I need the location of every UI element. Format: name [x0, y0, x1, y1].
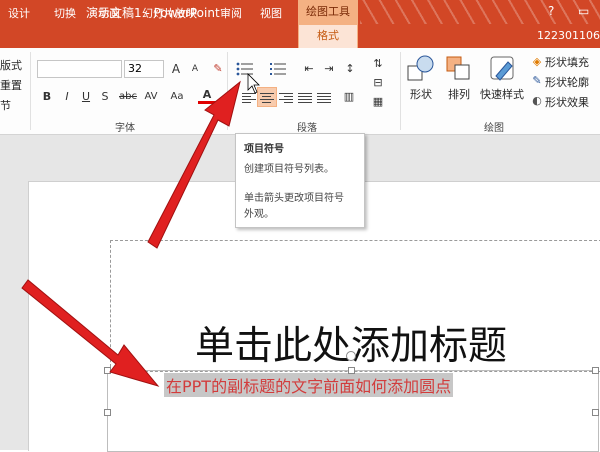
- separator: [400, 52, 401, 130]
- distribute-icon[interactable]: [315, 88, 333, 106]
- arrange-icon[interactable]: [444, 54, 474, 84]
- tooltip-line2: 单击箭头更改项目符号: [244, 193, 344, 204]
- font-name-combo[interactable]: [37, 60, 122, 78]
- tab-slideshow[interactable]: 幻灯片放映: [142, 5, 197, 21]
- align-left-icon[interactable]: [240, 88, 258, 106]
- numbering-icon[interactable]: [268, 60, 288, 78]
- resize-handle[interactable]: [104, 367, 111, 374]
- text-direction-icon[interactable]: ⇅: [369, 55, 387, 73]
- tooltip-line1: 创建项目符号列表。: [244, 164, 334, 175]
- separator: [227, 52, 228, 130]
- resize-handle[interactable]: [348, 367, 355, 374]
- section-button[interactable]: 节: [0, 97, 11, 113]
- line-spacing-icon[interactable]: ↕: [341, 60, 359, 78]
- change-case-button[interactable]: Aa: [166, 88, 188, 106]
- subtitle-text[interactable]: 在PPT的副标题的文字前面如何添加圆点: [164, 373, 454, 397]
- paragraph-group-label: 段落: [297, 123, 317, 134]
- title-bar-pattern: [360, 0, 600, 24]
- strikethrough-button[interactable]: abc: [116, 88, 140, 106]
- char-spacing-button[interactable]: AV: [140, 88, 162, 106]
- bullets-tooltip: 项目符号 创建项目符号列表。 单击箭头更改项目符号 外观。: [235, 133, 365, 228]
- underline-button[interactable]: U: [77, 88, 95, 106]
- drawing-group-label: 绘图: [484, 123, 504, 134]
- font-group-label: 字体: [115, 123, 135, 134]
- shape-outline-button[interactable]: 形状轮廓: [545, 74, 589, 90]
- shrink-font-button[interactable]: A: [186, 60, 204, 78]
- align-right-icon[interactable]: [277, 88, 295, 106]
- drawing-tools-context-label: 绘图工具: [298, 0, 358, 24]
- resize-handle[interactable]: [104, 409, 111, 416]
- increase-indent-icon[interactable]: ⇥: [320, 60, 338, 78]
- italic-button[interactable]: I: [58, 88, 76, 106]
- tooltip-title: 项目符号: [244, 144, 284, 155]
- quick-styles-icon[interactable]: [488, 54, 518, 84]
- bold-button[interactable]: B: [38, 88, 56, 106]
- shadow-button[interactable]: S: [96, 88, 114, 106]
- slide-title[interactable]: 单击此处添加标题: [195, 315, 507, 371]
- shape-outline-icon[interactable]: ✎: [528, 72, 546, 90]
- shape-fill-button[interactable]: 形状填充: [545, 54, 589, 70]
- font-size-value: 32: [128, 62, 142, 75]
- arrange-button[interactable]: 排列: [448, 86, 470, 102]
- shapes-button[interactable]: 形状: [410, 86, 432, 102]
- quick-styles-button[interactable]: 快速样式: [480, 86, 524, 102]
- tab-review[interactable]: 审阅: [220, 5, 242, 21]
- user-account[interactable]: 1223011064: [537, 29, 600, 42]
- font-color-button[interactable]: A: [198, 86, 216, 104]
- tab-format[interactable]: 格式: [298, 24, 358, 48]
- shapes-icon[interactable]: [406, 54, 436, 84]
- shape-effects-icon[interactable]: ◐: [528, 92, 546, 110]
- tab-transitions[interactable]: 切换: [54, 5, 76, 21]
- clear-format-icon[interactable]: ✎: [209, 60, 227, 78]
- shape-fill-icon[interactable]: ◈: [528, 53, 546, 71]
- resize-handle[interactable]: [592, 409, 599, 416]
- bullets-icon[interactable]: [234, 60, 256, 78]
- resize-handle[interactable]: [592, 367, 599, 374]
- tab-animations[interactable]: 动画: [98, 5, 120, 21]
- smartart-icon[interactable]: ▦: [369, 93, 387, 111]
- separator: [30, 52, 31, 130]
- tooltip-line3: 外观。: [244, 209, 274, 220]
- restore-button[interactable]: ▭: [578, 4, 589, 18]
- layout-button[interactable]: 版式: [0, 57, 22, 73]
- rotate-handle[interactable]: [346, 351, 356, 361]
- shape-effects-button[interactable]: 形状效果: [545, 94, 589, 110]
- decrease-indent-icon[interactable]: ⇤: [300, 60, 318, 78]
- reset-button[interactable]: 重置: [0, 77, 22, 93]
- font-size-combo[interactable]: 32: [124, 60, 164, 78]
- tab-view[interactable]: 视图: [260, 5, 282, 21]
- justify-icon[interactable]: [296, 88, 314, 106]
- align-text-icon[interactable]: ⊟: [369, 74, 387, 92]
- columns-icon[interactable]: ▥: [340, 88, 358, 106]
- help-button[interactable]: ?: [548, 4, 554, 18]
- align-center-icon[interactable]: [257, 87, 277, 107]
- grow-font-button[interactable]: A: [167, 60, 185, 78]
- tab-design[interactable]: 设计: [8, 5, 30, 21]
